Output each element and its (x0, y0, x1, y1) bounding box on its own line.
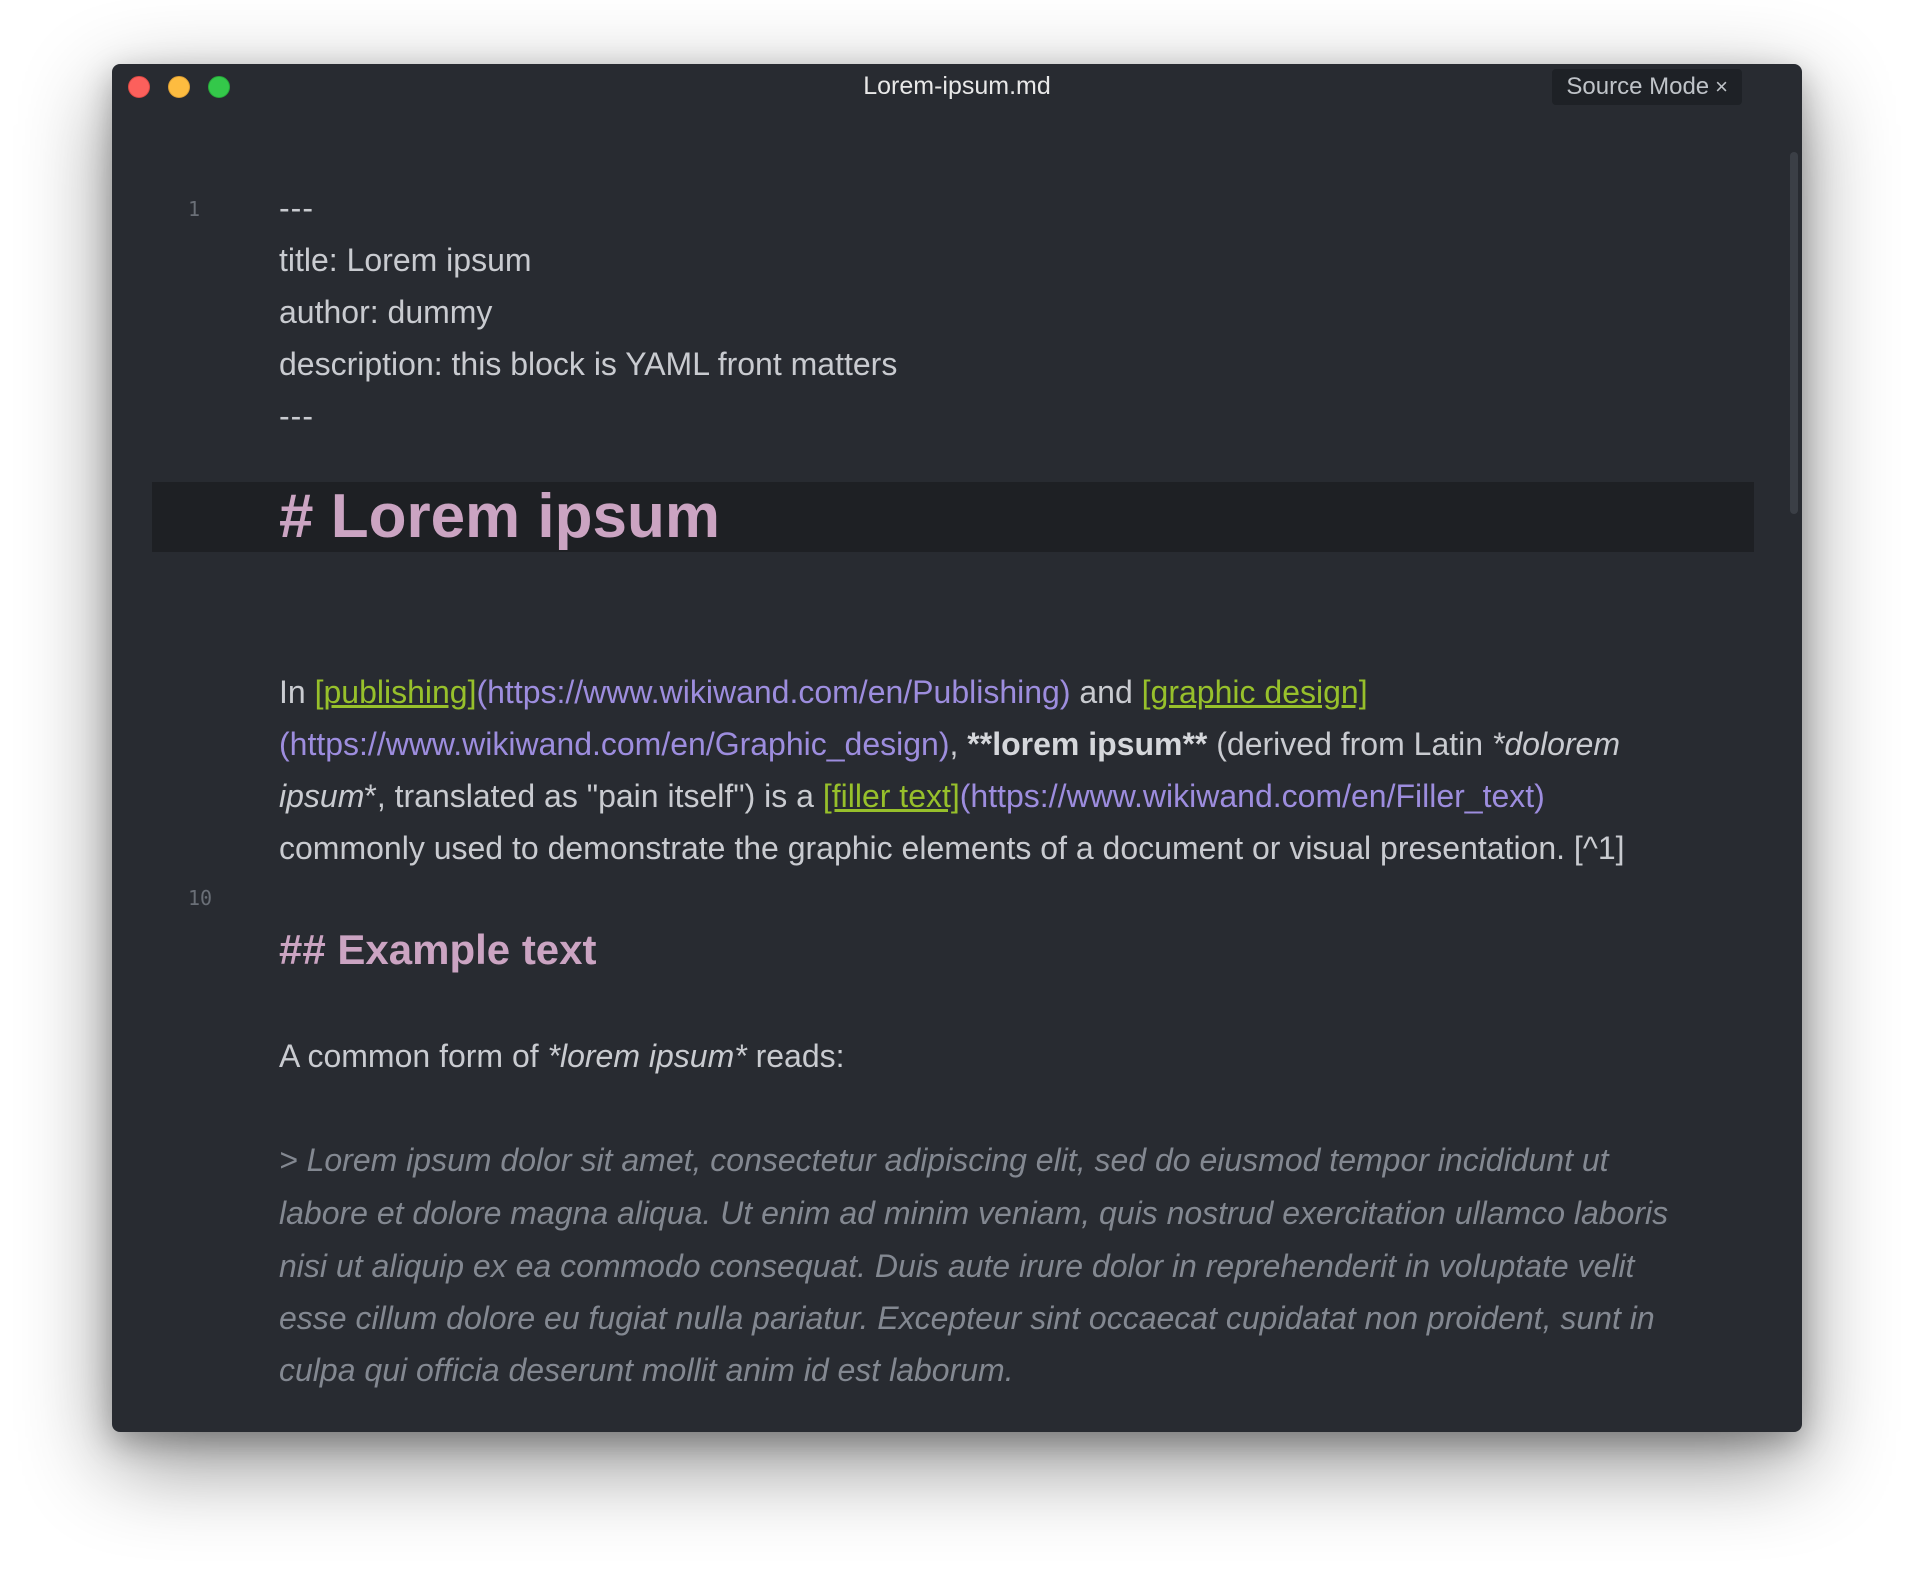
blockquote-line-3: nisi ut aliquip ex ea commodo consequat.… (279, 1248, 1635, 1284)
text-span: (derived from Latin (1207, 726, 1492, 762)
italic-text: ipsum (279, 778, 365, 814)
link-filler-text-text[interactable]: [filler text] (823, 778, 960, 814)
italic-text: *lorem ipsum* (547, 1038, 747, 1074)
front-matter-author: author: dummy (279, 294, 493, 330)
text-span: *, translated as "pain itself") is a (364, 778, 823, 814)
front-matter-description: description: this block is YAML front ma… (279, 346, 898, 382)
bold-text: **lorem ipsum** (967, 726, 1208, 762)
paragraph-line-2: (https://www.wikiwand.com/en/Graphic_des… (279, 718, 1620, 770)
paragraph-line-3: ipsum*, translated as "pain itself") is … (279, 770, 1545, 822)
blockquote-line-5: culpa qui officia deserunt mollit anim i… (279, 1352, 1014, 1388)
link-publishing-text[interactable]: [publishing] (315, 674, 477, 710)
paragraph-line-1: In [publishing](https://www.wikiwand.com… (279, 666, 1368, 718)
vertical-scrollbar[interactable] (1786, 108, 1802, 1432)
blockquote-line-2: labore et dolore magna aliqua. Ut enim a… (279, 1195, 1669, 1231)
blockquote-line-1: > Lorem ipsum dolor sit amet, consectetu… (279, 1142, 1609, 1178)
text-span: A common form of (279, 1038, 548, 1074)
link-filler-text-url[interactable]: (https://www.wikiwand.com/en/Filler_text… (960, 778, 1545, 814)
paragraph-line-4: commonly used to demonstrate the graphic… (279, 830, 1625, 866)
link-graphic-design-text[interactable]: [graphic design] (1142, 674, 1368, 710)
text-span: , (949, 726, 968, 762)
link-graphic-design-url[interactable]: (https://www.wikiwand.com/en/Graphic_des… (279, 726, 950, 762)
front-matter-title: title: Lorem ipsum (279, 242, 532, 278)
italic-text: *dolorem (1491, 726, 1620, 762)
front-matter-close: --- (279, 398, 314, 434)
text-span: reads: (746, 1038, 845, 1074)
source-editor[interactable]: 1 7 10 --- title: Lorem ipsum author: du… (112, 64, 1786, 1432)
heading-2: ## Example text (279, 926, 597, 973)
heading-1: # Lorem ipsum (279, 482, 720, 551)
front-matter-open: --- (279, 190, 314, 226)
scrollbar-thumb[interactable] (1790, 152, 1798, 514)
link-publishing-url[interactable]: (https://www.wikiwand.com/en/Publishing) (476, 674, 1070, 710)
line-number-10: 10 (188, 886, 213, 910)
blockquote-line-4: esse cillum dolore eu fugiat nulla paria… (279, 1300, 1655, 1336)
text-span: and (1070, 674, 1142, 710)
line-number-1: 1 (188, 197, 201, 221)
editor-window: Lorem-ipsum.md Source Mode× 1 7 10 --- t… (112, 64, 1802, 1432)
common-form-line: A common form of *lorem ipsum* reads: (279, 1030, 845, 1082)
text-span: In (279, 674, 315, 710)
